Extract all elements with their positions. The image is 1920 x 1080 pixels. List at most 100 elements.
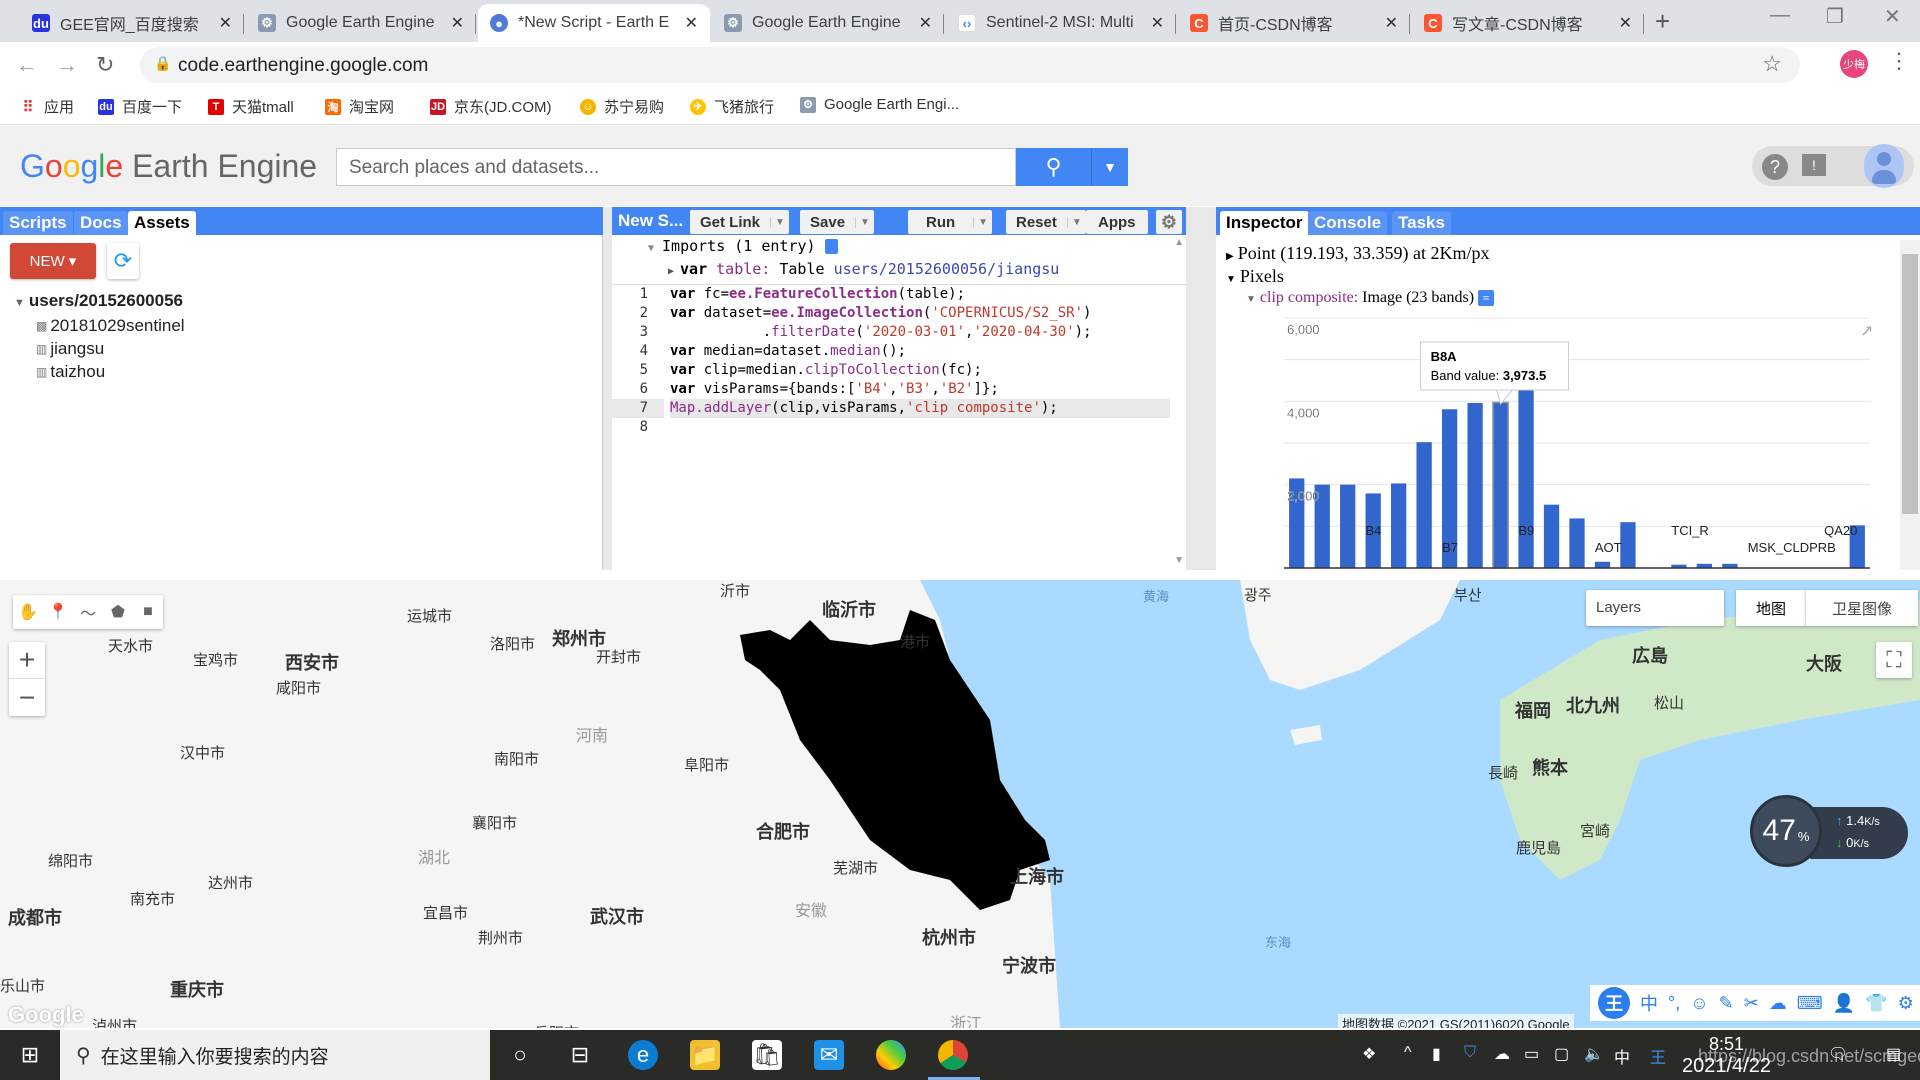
taskbar-search-input[interactable]: ⚲ 在这里输入你要搜索的内容 [60,1030,490,1080]
onedrive-icon[interactable]: ☁ [1494,1044,1510,1064]
bookmark-item[interactable]: JD 京东(JD.COM) [430,96,552,117]
search-input[interactable]: Search places and datasets... [336,148,1016,186]
ime-skin-icon[interactable]: 👕 [1865,993,1887,1014]
inspector-scrollbar[interactable] [1900,240,1920,570]
tab-tasks[interactable]: Tasks [1392,211,1451,235]
ime-settings-icon[interactable]: ⚙ [1898,993,1914,1014]
save-button[interactable]: Save ▼ [800,210,874,234]
asset-item[interactable]: ▩ 20181029sentinel [36,314,185,337]
back-icon[interactable]: ← [16,52,38,78]
browser-tab[interactable]: du GEE官网_百度搜索 ✕ [20,4,244,42]
close-tab-icon[interactable]: ✕ [685,13,698,33]
layer-entry[interactable]: ▼ clip composite: Image (23 bands) ≡ [1246,289,1495,307]
feedback-icon[interactable]: ! [1802,154,1826,176]
bookmark-item[interactable]: T 天猫tmall [208,96,294,117]
fullscreen-icon[interactable]: ⛶ [1876,642,1912,678]
imports-header[interactable]: ▼ Imports (1 entry) [648,237,838,255]
ime-screenshot-icon[interactable]: ✂ [1744,993,1759,1014]
zoom-in-button[interactable]: + [9,642,45,679]
search-dropdown-button[interactable]: ▼ [1092,148,1128,186]
security-shield-icon[interactable]: ⛉ [1464,1044,1476,1062]
show-hidden-icons[interactable]: ^ [1404,1044,1412,1062]
maximize-icon[interactable]: ❐ [1826,4,1844,29]
file-explorer-icon[interactable]: 📁 [690,1040,720,1070]
ime-cloud-icon[interactable]: ☁ [1769,993,1787,1014]
volume-icon[interactable]: 🔈 [1584,1044,1604,1064]
code-editor[interactable]: ▼ Imports (1 entry) ▶ var table: Table use… [612,235,1186,570]
notes-app-icon[interactable]: ❖ [1362,1044,1376,1064]
browser-tab[interactable]: ‹› Sentinel-2 MSI: Multi ✕ [946,4,1176,42]
bookmark-item[interactable]: du 百度一下 [98,96,182,117]
new-tab-button[interactable]: + [1655,6,1670,37]
browser-tab[interactable]: ⚙ Google Earth Engine ✕ [246,4,476,42]
close-tab-icon[interactable]: ✕ [1385,13,1398,33]
get-link-button[interactable]: Get Link ▼ [690,210,789,234]
ime-user-icon[interactable]: 👤 [1833,993,1855,1014]
ime-mode[interactable]: 中 [1614,1044,1630,1068]
close-tab-icon[interactable]: ✕ [219,13,232,33]
ime-tray-icon[interactable]: 王 [1650,1044,1666,1068]
pan-hand-icon[interactable]: ✋ [13,595,43,629]
ime-chinese-mode[interactable]: 中 [1640,990,1658,1016]
code-line[interactable]: var clip=median.clipToCollection(fc); [670,361,1170,380]
map-canvas[interactable]: ✋ 📍 〜 ⬟ ■ + − Layers 地图 卫星图像 ⛶ 天水市 宝鸡市 西安市… [0,580,1920,1028]
reload-icon[interactable]: ↻ [96,52,114,78]
ime-punctuation-icon[interactable]: °, [1668,993,1680,1014]
point-marker-icon[interactable]: 📍 [43,595,73,629]
usb-icon[interactable]: ▮ [1432,1044,1441,1064]
rectangle-draw-icon[interactable]: ■ [133,595,163,629]
tab-assets[interactable]: Assets [128,211,196,235]
ime-handwriting-icon[interactable]: ✎ [1719,993,1734,1014]
chart-bar[interactable] [1416,442,1432,568]
battery-icon[interactable]: ▭ [1524,1044,1539,1064]
right-splitter[interactable] [1186,207,1216,570]
microsoft-store-icon[interactable]: 🛍 [752,1040,782,1070]
edge-browser-icon[interactable]: e [628,1040,658,1070]
help-icon[interactable]: ? [1762,154,1788,180]
chart-bar[interactable] [1620,522,1636,568]
forward-icon[interactable]: → [56,52,78,78]
close-tab-icon[interactable]: ✕ [919,13,932,33]
show-script-icon[interactable] [824,239,838,254]
account-avatar[interactable] [1864,144,1904,188]
tab-docs[interactable]: Docs [74,211,128,235]
code-line[interactable]: var median=dataset.median(); [670,342,1170,361]
layers-button[interactable]: Layers [1586,590,1724,626]
scrollbar-thumb[interactable] [1902,254,1918,514]
ime-logo[interactable]: 王 [1598,987,1630,1019]
zoom-out-button[interactable]: − [9,679,45,716]
new-asset-button[interactable]: NEW ▾ [10,243,96,279]
bookmark-item[interactable]: ⠿ 应用 [20,96,75,117]
cortana-icon[interactable]: ○ [505,1040,535,1070]
photos-app-icon[interactable] [876,1040,906,1070]
code-line[interactable] [670,418,1170,437]
browser-tab[interactable]: C 首页-CSDN博客 ✕ [1178,4,1410,42]
browser-menu-icon[interactable]: ⋮ [1888,50,1910,72]
left-splitter[interactable] [603,207,612,570]
notification-icon[interactable]: ▤ [1886,1044,1901,1064]
search-button[interactable]: ⚲ [1016,148,1092,186]
apps-button[interactable]: Apps [1086,210,1148,234]
mail-icon[interactable]: ✉ [814,1040,844,1070]
code-line[interactable]: .filterDate('2020-03-01','2020-04-30'); [670,323,1170,342]
tab-inspector[interactable]: Inspector [1220,211,1309,235]
chart-bar[interactable] [1467,403,1483,568]
url-input[interactable]: 🔒 code.earthengine.google.com ☆ [140,47,1800,83]
scroll-up-icon[interactable]: ▲ [1174,237,1184,248]
browser-tab[interactable]: ⚙ Google Earth Engine ✕ [712,4,944,42]
line-draw-icon[interactable]: 〜 [73,595,103,629]
chart-bar[interactable] [1391,483,1407,568]
map-type-button[interactable]: 地图 [1736,590,1806,626]
bookmark-item[interactable]: ✈ 飞猪旅行 [690,96,774,117]
code-lines[interactable]: var fc=ee.FeatureCollection(table); var d… [670,285,1170,437]
bookmark-item[interactable]: 淘淘宝网 [325,96,394,117]
asset-item[interactable]: ▥ taizhou [36,360,185,383]
google-earth-engine-logo[interactable]: Google Earth Engine [20,148,317,185]
bookmark-item[interactable]: ⚙ Google Earth Engi... [800,96,959,113]
chart-bar[interactable] [1594,561,1611,568]
action-center-icon[interactable]: 🗨 [1828,1044,1848,1064]
import-entry[interactable]: ▶ var table: Table users/20152600056/jian… [668,260,1059,278]
chart-bar[interactable] [1340,484,1356,568]
bookmark-item[interactable]: ☺ 苏宁易购 [580,96,664,117]
code-line[interactable]: var visParams={bands:['B4','B3','B2']}; [670,380,1170,399]
